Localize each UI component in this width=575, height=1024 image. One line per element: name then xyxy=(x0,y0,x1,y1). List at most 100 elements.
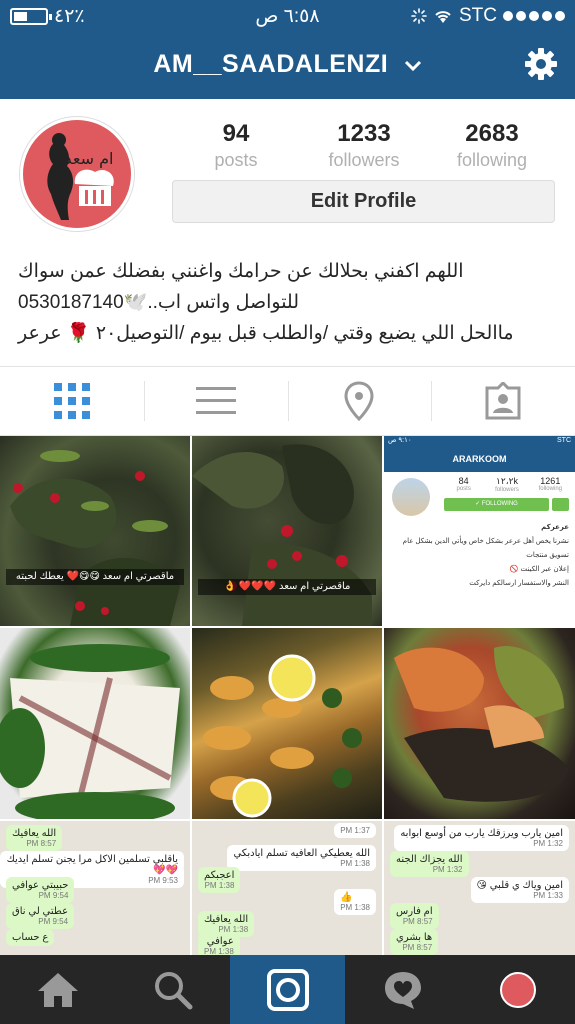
photo-post[interactable]: ماقصرتي ام سعد 😋😋❤️ يعطك لحبته xyxy=(0,436,190,626)
tab-list[interactable] xyxy=(143,367,288,435)
edit-profile-button[interactable]: Edit Profile xyxy=(172,180,555,223)
following-count: 2683 xyxy=(465,120,519,147)
embedded-stats: 84 posts ١٢،٢k followers 1261 following xyxy=(442,476,572,493)
gear-icon[interactable] xyxy=(523,46,559,82)
chat-timestamp: 8:57 PM xyxy=(26,839,57,848)
chat-screenshot-post[interactable]: الله يعافيك 8:57 PM ياقلبي تسلمين الاكل مر… xyxy=(0,821,190,955)
chat-bubble: ها بشري 8:57 PM xyxy=(390,929,439,955)
embedded-avatar xyxy=(392,478,430,516)
username-label: AM__SAADALENZI xyxy=(153,50,389,78)
tab-tagged[interactable] xyxy=(431,367,575,435)
avatar[interactable]: ام سعد xyxy=(20,117,134,231)
tab-places[interactable] xyxy=(287,367,432,435)
photo-post[interactable]: ماقصرتي ام سعد ❤️❤️❤️ 👌 xyxy=(192,436,382,626)
signal-icon xyxy=(503,11,565,21)
embedded-posts-label: posts xyxy=(456,486,471,492)
chat-timestamp: 9:54 PM xyxy=(38,917,69,926)
embedded-status-bar: ٩:١٠ ص STC xyxy=(384,436,575,446)
chat-bubble: الله يعطيكي العافيه تسلم ايادبكي 1:38 PM xyxy=(227,845,376,871)
tagged-person-icon xyxy=(485,382,521,420)
following-stat[interactable]: 2683 following xyxy=(428,120,556,171)
embedded-header: ARARKOOM xyxy=(384,446,575,472)
followers-count: 1233 xyxy=(337,120,391,147)
avatar-text: ام سعد xyxy=(65,149,114,168)
username-switcher[interactable]: AM__SAADALENZI xyxy=(0,50,575,79)
chat-bubble: حبيبتي عوافي 9:54 PM xyxy=(6,877,75,903)
chat-timestamp: 1:37 PM xyxy=(340,826,370,835)
photo-caption: ماقصرتي ام سعد ❤️❤️❤️ 👌 xyxy=(198,579,376,595)
chat-bubble: اعجبكم 1:38 PM xyxy=(198,867,241,893)
photo-post[interactable] xyxy=(192,628,382,819)
embedded-following-label: following xyxy=(538,486,562,492)
chat-timestamp: 8:57 PM xyxy=(402,943,433,952)
embedded-dropdown xyxy=(552,498,569,511)
embedded-bio: عرعركم نشرنا يخص أهل عرعر بشكل خاص ويأتي… xyxy=(391,521,569,591)
photo-post[interactable] xyxy=(0,628,190,819)
bio-line[interactable]: للتواصل واتس اب..🕊️0530187140 xyxy=(18,287,558,318)
embedded-bio-line: عرعركم xyxy=(541,524,569,531)
home-icon xyxy=(37,972,78,1007)
grid-icon xyxy=(53,383,90,419)
chat-bubble: ع حساب xyxy=(6,929,55,946)
posts-label: posts xyxy=(214,150,258,170)
followers-stat[interactable]: 1233 followers xyxy=(300,120,428,171)
chat-timestamp: 1:32 PM xyxy=(533,839,563,848)
chat-screenshot-post[interactable]: 1:37 PM الله يعطيكي العافيه تسلم ايادبكي 1… xyxy=(192,821,382,955)
embedded-followers: ١٢،٢k xyxy=(496,476,518,486)
carrier-info: STC xyxy=(411,5,565,27)
chat-screenshot-post[interactable]: امين يارب ويرزقك يارب من أوسع ابوابه 1:32… xyxy=(384,821,575,955)
food-photo xyxy=(10,450,180,626)
search-icon xyxy=(154,971,192,1009)
chat-timestamp: 1:38 PM xyxy=(340,903,370,912)
profile-tabs xyxy=(0,366,575,436)
chat-text: ام فارس xyxy=(396,906,433,917)
nav-search[interactable] xyxy=(115,955,230,1024)
chevron-down-icon xyxy=(404,60,421,72)
chat-bubble: 👍 1:38 PM xyxy=(334,889,376,915)
chat-text: امين يارب ويرزقك يارب من أوسع ابوابه xyxy=(400,828,563,839)
chat-text: 👍 xyxy=(340,892,353,903)
embedded-bio-line: إعلان عبر الكينت 🚫 xyxy=(509,566,569,573)
heart-bubble-icon xyxy=(384,971,421,1009)
chat-text: ياقلبي تسلمين الاكل مرا يجنن تسلم ايديك … xyxy=(6,854,178,876)
bottom-nav xyxy=(0,955,575,1024)
chat-timestamp: 1:38 PM xyxy=(204,947,234,955)
chat-bubble: امين وياك ي قلبي 😘 1:33 PM xyxy=(470,877,569,903)
camera-icon xyxy=(266,968,309,1011)
chat-timestamp: 9:54 PM xyxy=(38,891,69,900)
profile-bio: اللهم اكفني بحلالك عن حرامك واغنني بفضلك… xyxy=(18,256,558,349)
embedded-carrier: STC xyxy=(557,437,571,444)
chat-bubble: عوافي 1:38 PM xyxy=(198,933,240,955)
bio-line: اللهم اكفني بحلالك عن حرامك واغنني بفضلك… xyxy=(18,261,464,282)
nav-profile[interactable] xyxy=(460,955,575,1024)
location-pin-icon xyxy=(344,381,374,421)
food-photo xyxy=(203,654,362,818)
list-icon xyxy=(195,387,236,414)
chat-text: الله يعافيك xyxy=(204,914,249,925)
chat-bubble: امين يارب ويرزقك يارب من أوسع ابوابه 1:32… xyxy=(394,825,569,851)
photo-caption: ماقصرتي ام سعد 😋😋❤️ يعطك لحبته xyxy=(6,569,184,585)
chat-text: اعجبكم xyxy=(204,870,235,881)
posts-count: 94 xyxy=(222,120,250,147)
nav-camera[interactable] xyxy=(230,955,345,1024)
chat-text: عوافي xyxy=(206,936,234,947)
nav-home[interactable] xyxy=(0,955,115,1024)
tab-grid[interactable] xyxy=(0,367,144,435)
nav-activity[interactable] xyxy=(345,955,460,1024)
chat-text: عطتي لي ناق xyxy=(12,906,69,917)
status-bar: ٤٢٪ ٦:٥٨ ص STC xyxy=(0,0,575,32)
chat-text: ها بشري xyxy=(396,932,433,943)
posts-stat[interactable]: 94 posts xyxy=(172,120,300,171)
embedded-following-button: ✓ FOLLOWING xyxy=(444,498,549,511)
photo-post[interactable] xyxy=(384,628,575,819)
photo-post[interactable]: ٩:١٠ ص STC ARARKOOM 84 posts ١٢،٢k follower… xyxy=(384,436,575,626)
loading-icon xyxy=(411,8,427,24)
embedded-following: 1261 xyxy=(540,476,561,486)
chat-bubble: ام فارس 8:57 PM xyxy=(390,903,439,929)
chat-timestamp: 1:38 PM xyxy=(204,881,235,890)
followers-label: followers xyxy=(328,150,400,170)
top-bar: ٤٢٪ ٦:٥٨ ص STC AM__SAADALENZI xyxy=(0,0,575,99)
following-label: following xyxy=(456,150,528,170)
chat-bubble: عطتي لي ناق 9:54 PM xyxy=(6,903,75,929)
chat-text: الله يجزاك الجنه xyxy=(396,854,463,865)
